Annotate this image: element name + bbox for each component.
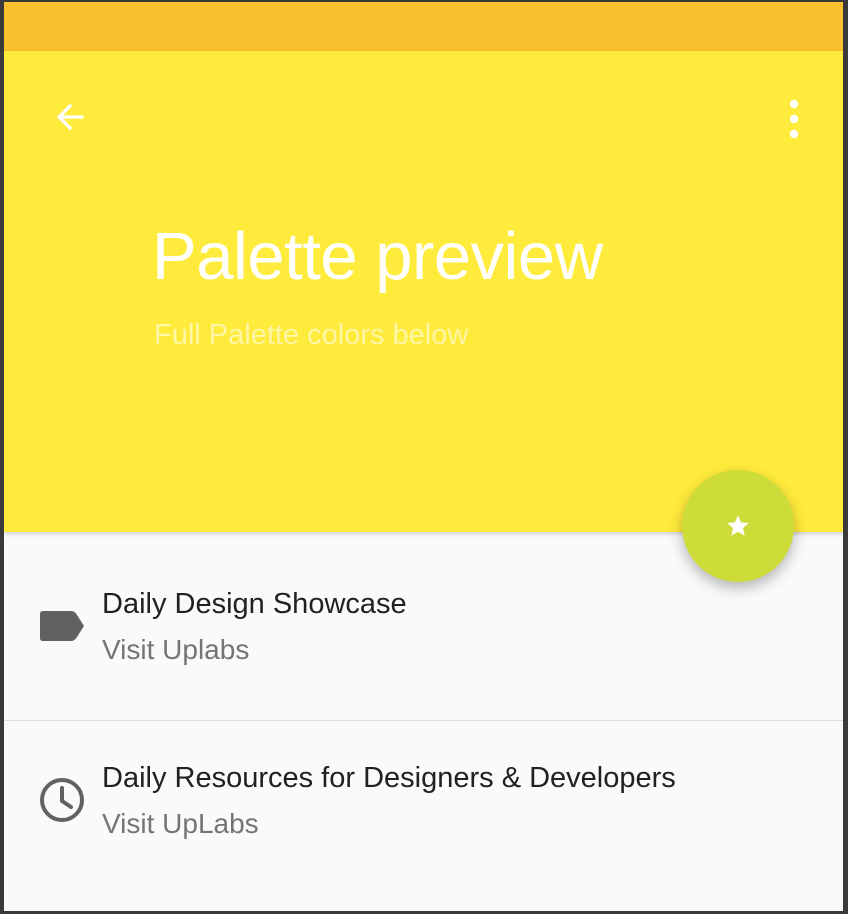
clock-icon xyxy=(40,778,84,822)
arrow-back-icon xyxy=(56,103,84,131)
label-icon-wrapper xyxy=(38,602,86,650)
list-item-title: Daily Resources for Designers & Develope… xyxy=(102,762,676,794)
more-options-button[interactable] xyxy=(768,91,820,147)
star-icon xyxy=(727,515,749,536)
list-item-subtitle: Visit Uplabs xyxy=(102,634,250,665)
page-subtitle: Full Palette colors below xyxy=(154,319,469,351)
label-icon xyxy=(40,611,84,641)
favorite-fab-button[interactable] xyxy=(682,470,794,582)
more-vert-icon xyxy=(789,99,799,139)
page-title: Palette preview xyxy=(152,219,603,294)
clock-icon-wrapper xyxy=(38,776,86,824)
app-bar: Palette preview Full Palette colors belo… xyxy=(4,51,843,532)
app-frame: Palette preview Full Palette colors belo… xyxy=(4,2,843,911)
list-item-title: Daily Design Showcase xyxy=(102,588,407,620)
list-item-subtitle: Visit UpLabs xyxy=(102,808,259,839)
back-button[interactable] xyxy=(42,89,98,145)
list-item-daily-resources[interactable]: Daily Resources for Designers & Develope… xyxy=(4,721,843,911)
status-bar xyxy=(4,2,843,51)
